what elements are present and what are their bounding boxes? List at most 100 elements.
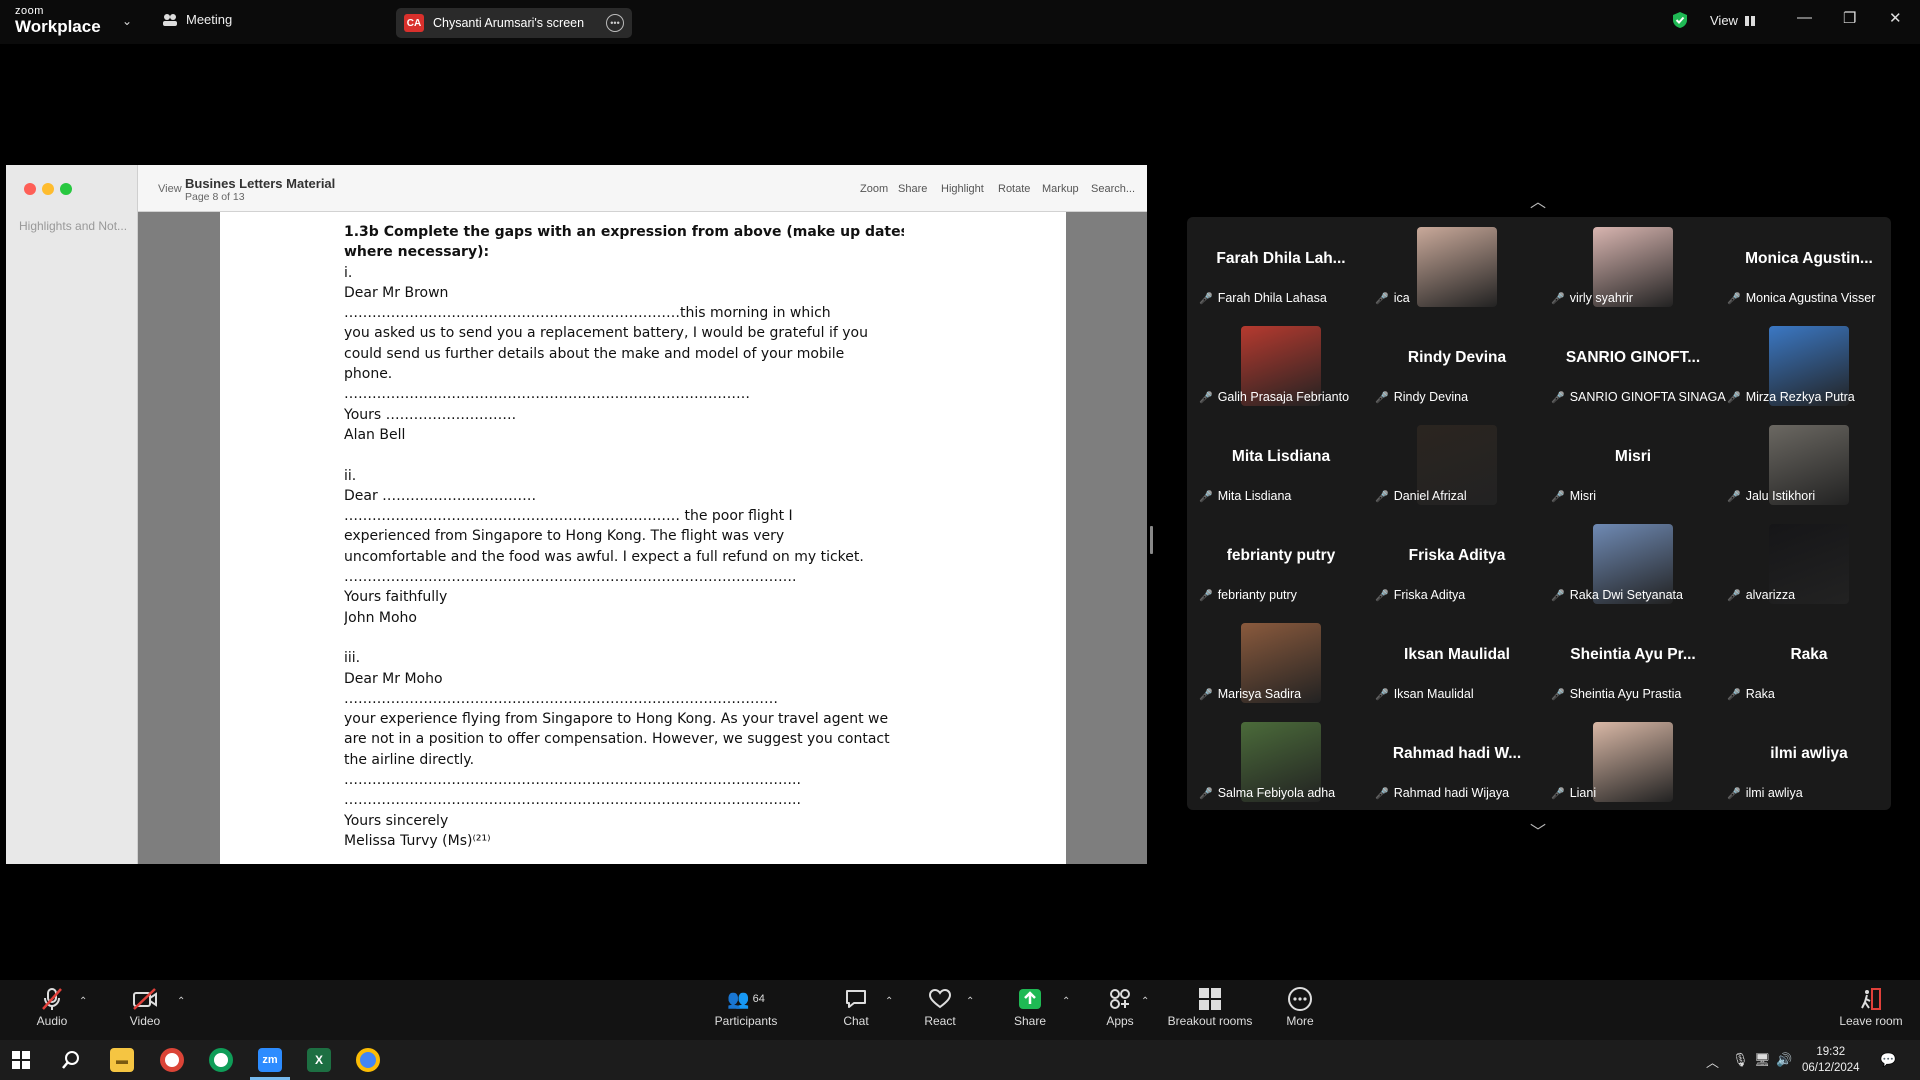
chrome-app-icon[interactable] <box>356 1048 380 1072</box>
muted-mic-icon: 🎤 <box>1551 589 1565 602</box>
document-line: phone. <box>344 366 393 383</box>
zoom-traffic-light <box>60 183 72 195</box>
participant-tile[interactable]: Sheintia Ayu Pr... 🎤 Sheintia Ayu Prastia <box>1545 614 1721 713</box>
breakout-rooms-button[interactable]: Breakout rooms <box>1165 986 1255 1028</box>
participant-name-label: 🎤 Galih Prasaja Febrianto <box>1199 390 1349 404</box>
react-label: React <box>924 1014 956 1028</box>
participant-tile[interactable]: Raka 🎤 Raka <box>1721 614 1897 713</box>
document-line: where necessary): <box>344 244 490 261</box>
participant-tile[interactable]: 🎤 Daniel Afrizal <box>1369 416 1545 515</box>
participant-gallery: Farah Dhila Lah... 🎤 Farah Dhila Lahasa 🎤 ic… <box>1187 217 1891 810</box>
encryption-shield-icon[interactable] <box>1672 11 1688 29</box>
share-caret-icon[interactable]: ⌃ <box>1062 996 1070 1007</box>
participant-tile[interactable]: 🎤 Marisya Sadira <box>1193 614 1369 713</box>
muted-mic-icon: 🎤 <box>1727 589 1741 602</box>
participant-tile[interactable]: Misri 🎤 Misri <box>1545 416 1721 515</box>
tray-microphone-icon[interactable]: 🎙 <box>1732 1052 1749 1068</box>
minimize-window-icon[interactable]: — <box>1797 9 1812 26</box>
participants-button[interactable]: 👥 64 Participants <box>712 986 780 1028</box>
participant-tile[interactable]: 🎤 Jalu Istikhori <box>1721 416 1897 515</box>
logo-line1: zoom <box>15 5 44 17</box>
tray-chevron-icon[interactable]: ︿ <box>1706 1052 1719 1071</box>
video-caret-icon[interactable]: ⌃ <box>177 996 185 1007</box>
excel-icon[interactable]: X <box>307 1048 331 1072</box>
restore-window-icon[interactable]: ❐ <box>1843 9 1856 27</box>
document-line: the airline directly. <box>344 751 475 768</box>
notifications-icon[interactable]: 💬 <box>1880 1052 1896 1068</box>
more-options-icon[interactable]: ••• <box>606 14 624 32</box>
windows-start-icon[interactable] <box>12 1051 30 1069</box>
split-drag-handle[interactable] <box>1150 526 1153 554</box>
gallery-down-arrow-icon[interactable]: ﹀ <box>1530 818 1546 842</box>
participant-tile[interactable]: Friska Aditya 🎤 Friska Aditya <box>1369 515 1545 614</box>
chat-button[interactable]: Chat <box>836 986 876 1028</box>
chat-caret-icon[interactable]: ⌃ <box>885 996 893 1007</box>
leave-room-button[interactable]: Leave room <box>1838 986 1904 1028</box>
screen-share-label: Chysanti Arumsari's screen <box>433 16 585 30</box>
participant-tile[interactable]: Farah Dhila Lah... 🎤 Farah Dhila Lahasa <box>1193 218 1369 317</box>
participant-name-label: 🎤 Jalu Istikhori <box>1727 489 1815 503</box>
top-bar: zoom Workplace ⌄ Meeting CA Chysanti Aru… <box>0 0 1920 44</box>
participant-tile[interactable]: 🎤 Mirza Rezkya Putra <box>1721 317 1897 416</box>
chrome-icon[interactable] <box>160 1048 184 1072</box>
apps-button[interactable]: Apps <box>1100 986 1140 1028</box>
chevron-down-icon[interactable]: ⌄ <box>122 14 132 28</box>
document-line: Melissa Turvy (Ms)⁽²¹⁾ <box>344 832 491 849</box>
participants-count: 64 <box>752 993 765 1005</box>
muted-mic-icon: 🎤 <box>1375 292 1389 305</box>
apps-caret-icon[interactable]: ⌃ <box>1141 996 1149 1007</box>
view-button[interactable]: View <box>1710 13 1755 28</box>
participant-tile[interactable]: 🎤 virly syahrir <box>1545 218 1721 317</box>
participant-video <box>1593 722 1673 802</box>
participant-tile[interactable]: 🎤 Salma Febiyola adha <box>1193 713 1369 812</box>
participant-name: Sheintia Ayu Prastia <box>1569 687 1682 701</box>
audio-label: Audio <box>36 1014 68 1028</box>
participant-tile[interactable]: 🎤 Liani <box>1545 713 1721 812</box>
document-line: ……………………………………………………………… the poor flight… <box>344 508 793 525</box>
grid-view-icon <box>1744 15 1755 26</box>
participant-tile[interactable]: SANRIO GINOFT... 🎤 SANRIO GINOFTA SINAGA <box>1545 317 1726 416</box>
screen-share-pill[interactable]: CA Chysanti Arumsari's screen ••• <box>396 8 632 38</box>
video-button[interactable]: Video <box>124 986 166 1028</box>
participant-name-label: 🎤 SANRIO GINOFTA SINAGA <box>1551 390 1726 404</box>
participant-tile[interactable]: 🎤 alvarizza <box>1721 515 1897 614</box>
participant-name-label: 🎤 Misri <box>1551 489 1596 503</box>
chrome-profile-icon[interactable] <box>209 1048 233 1072</box>
more-label: More <box>1286 1014 1314 1028</box>
gallery-up-arrow-icon[interactable]: ︿ <box>1530 188 1546 212</box>
share-button[interactable]: Share <box>1010 986 1050 1028</box>
file-explorer-icon[interactable]: ▬ <box>110 1048 134 1072</box>
react-caret-icon[interactable]: ⌃ <box>966 996 974 1007</box>
participant-tile[interactable]: 🎤 Galih Prasaja Febrianto <box>1193 317 1369 416</box>
participant-tile[interactable]: ilmi awliya 🎤 ilmi awliya <box>1721 713 1897 812</box>
tray-network-icon[interactable]: 🖥 <box>1754 1052 1771 1068</box>
muted-mic-icon: 🎤 <box>1199 688 1213 701</box>
participant-tile[interactable]: febrianty putry 🎤 febrianty putry <box>1193 515 1369 614</box>
participant-tile[interactable]: Iksan Maulidal 🎤 Iksan Maulidal <box>1369 614 1545 713</box>
participant-name-label: 🎤 Monica Agustina Visser <box>1727 291 1875 305</box>
system-clock[interactable]: 19:32 06/12/2024 <box>1802 1044 1860 1076</box>
tray-volume-icon[interactable]: 🔊 <box>1776 1052 1792 1068</box>
participant-tile[interactable]: 🎤 ica <box>1369 218 1545 317</box>
participant-name-label: 🎤 alvarizza <box>1727 588 1795 602</box>
search-icon[interactable] <box>61 1050 81 1070</box>
participant-display-name: Rindy Devina <box>1407 349 1507 366</box>
participant-tile[interactable]: Mita Lisdiana 🎤 Mita Lisdiana <box>1193 416 1369 515</box>
participant-tile[interactable]: Rahmad hadi W... 🎤 Rahmad hadi Wijaya <box>1369 713 1545 812</box>
heart-react-icon <box>928 988 952 1009</box>
muted-mic-icon: 🎤 <box>1375 589 1389 602</box>
participant-name: SANRIO GINOFTA SINAGA <box>1569 390 1726 404</box>
react-button[interactable]: React <box>920 986 960 1028</box>
participant-tile[interactable]: 🎤 Raka Dwi Setyanata <box>1545 515 1721 614</box>
zoom-logo: zoom Workplace <box>15 5 101 36</box>
participant-tile[interactable]: Monica Agustin... 🎤 Monica Agustina Visser <box>1721 218 1897 317</box>
participant-tile[interactable]: Rindy Devina 🎤 Rindy Devina <box>1369 317 1545 416</box>
muted-mic-icon: 🎤 <box>1375 391 1389 404</box>
close-window-icon[interactable]: ✕ <box>1889 9 1902 27</box>
audio-caret-icon[interactable]: ⌃ <box>79 996 87 1007</box>
meeting-icon <box>163 13 177 26</box>
meeting-button[interactable]: Meeting <box>162 12 232 27</box>
zoom-taskbar-icon[interactable]: zm <box>258 1048 282 1072</box>
more-button[interactable]: More <box>1280 986 1320 1028</box>
audio-button[interactable]: Audio <box>32 986 72 1028</box>
